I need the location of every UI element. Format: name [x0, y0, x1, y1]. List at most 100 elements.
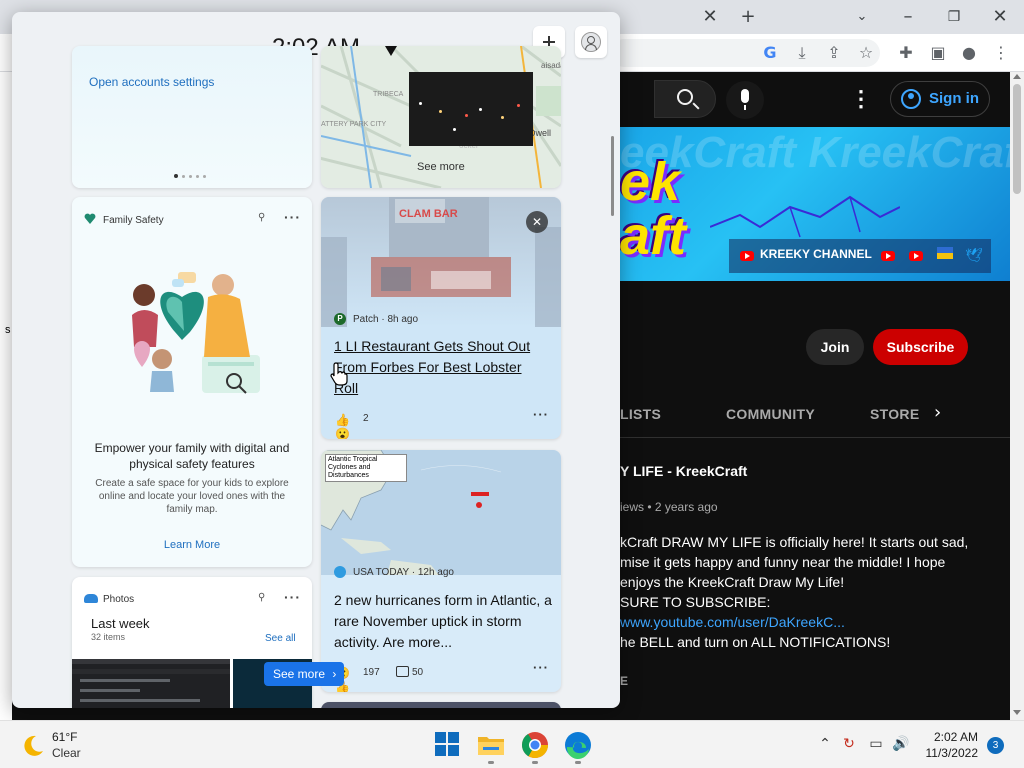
scroll-down-icon[interactable]: [1013, 710, 1021, 715]
widgets-profile-button[interactable]: [575, 26, 607, 58]
tab-store[interactable]: STORE: [870, 406, 919, 422]
youtube-icon[interactable]: [740, 251, 754, 261]
weather-temperature[interactable]: 61°F: [52, 730, 77, 744]
scroll-up-icon[interactable]: [1013, 74, 1021, 79]
open-accounts-settings-link[interactable]: Open accounts settings: [89, 75, 214, 89]
extensions-icon[interactable]: ✚: [895, 42, 917, 64]
start-icon: [448, 745, 459, 756]
description-link[interactable]: www.youtube.com/user/DaKreekC...: [620, 612, 1010, 632]
carousel-dot[interactable]: [189, 175, 192, 178]
map-caption: Atlantic Tropical Cyclones and Disturban…: [325, 454, 407, 482]
traffic-camera-image[interactable]: [409, 72, 533, 146]
photos-period: Last week: [91, 616, 150, 631]
taskbar-time[interactable]: 2:02 AM: [926, 730, 978, 744]
news-card-next[interactable]: [321, 702, 561, 708]
news-card-hurricanes[interactable]: Atlantic Tropical Cyclones and Disturban…: [321, 450, 561, 692]
widgets-scrollbar[interactable]: [611, 136, 614, 216]
carousel-dot[interactable]: [174, 174, 178, 178]
volume-icon[interactable]: 🔊: [892, 735, 910, 753]
start-button[interactable]: [432, 729, 464, 761]
bookmark-star-icon[interactable]: ☆: [855, 42, 877, 64]
comment-icon[interactable]: [396, 666, 409, 677]
more-options-icon[interactable]: ···: [533, 407, 549, 422]
pin-icon[interactable]: ⚲: [258, 593, 268, 603]
tab-playlists[interactable]: LISTS: [620, 406, 661, 422]
learn-more-link[interactable]: Learn More: [72, 539, 312, 551]
sign-in-label: Sign in: [929, 90, 979, 107]
yt-settings-menu-icon[interactable]: ⋮: [850, 84, 872, 114]
notification-badge[interactable]: 3: [987, 737, 1004, 754]
running-indicator: [488, 761, 494, 764]
chrome-menu-icon[interactable]: ⋮: [990, 42, 1012, 64]
featured-video-title[interactable]: Y LIFE - KreekCraft: [620, 463, 747, 479]
pin-icon[interactable]: ⚲: [258, 213, 268, 223]
youtube-icon[interactable]: [909, 251, 923, 261]
yt-voice-search-button[interactable]: [726, 81, 764, 119]
banner-channel-label[interactable]: KREEKY CHANNEL: [760, 247, 872, 261]
network-icon[interactable]: ▭: [867, 735, 885, 753]
google-lens-icon[interactable]: G: [759, 42, 781, 64]
thumb-bar: [72, 669, 230, 674]
carousel-dot[interactable]: [196, 175, 199, 178]
new-tab-icon[interactable]: +: [738, 4, 758, 30]
more-options-icon[interactable]: ···: [284, 589, 301, 605]
photo-thumbnail[interactable]: [72, 659, 230, 708]
file-explorer-icon[interactable]: [475, 729, 507, 761]
minimize-icon[interactable]: –: [898, 4, 918, 30]
install-icon[interactable]: ⤓: [791, 42, 813, 64]
map-label: ATTERY PARK CITY: [321, 121, 387, 128]
photos-see-all-link[interactable]: See all: [265, 633, 296, 644]
moon-weather-icon[interactable]: [20, 733, 46, 759]
more-options-icon[interactable]: ···: [533, 660, 549, 675]
chrome-icon[interactable]: [519, 729, 551, 761]
share-icon[interactable]: ⇪: [823, 42, 845, 64]
family-safety-description: Create a safe space for your kids to exp…: [95, 478, 289, 515]
page-scrollbar[interactable]: [1010, 72, 1024, 720]
news-source[interactable]: USA TODAY · 12h ago: [353, 567, 454, 578]
camera-light: [439, 110, 442, 113]
reaction-count: 197: [363, 667, 380, 678]
carousel-dot[interactable]: [182, 175, 185, 178]
twitter-icon[interactable]: 🕊: [965, 248, 983, 264]
read-more-button[interactable]: E: [620, 674, 628, 688]
profile-icon-body: [585, 44, 597, 50]
see-more-button[interactable]: See more ›: [264, 662, 344, 686]
side-panel-icon[interactable]: ▣: [927, 42, 949, 64]
close-tab-icon[interactable]: ✕: [700, 4, 720, 30]
onedrive-cloud-icon: [84, 594, 98, 603]
flag-icon[interactable]: [937, 247, 953, 259]
close-icon[interactable]: ✕: [526, 211, 548, 233]
search-icon: [677, 89, 693, 105]
news-card-lobster[interactable]: CLAM BAR ✕ P Patch · 8h ago 1 LI Restaur…: [321, 197, 561, 439]
subscribe-button[interactable]: Subscribe: [873, 329, 968, 365]
join-button[interactable]: Join: [806, 329, 864, 365]
thumb-row: [80, 689, 140, 692]
news-source[interactable]: Patch · 8h ago: [353, 314, 418, 325]
more-options-icon[interactable]: ···: [284, 209, 301, 225]
featured-video-description: kCraft DRAW MY LIFE is officially here! …: [620, 532, 1010, 652]
edge-icon[interactable]: [562, 729, 594, 761]
profile-icon[interactable]: ●: [958, 42, 980, 64]
yt-sign-in-button[interactable]: Sign in: [890, 81, 990, 117]
news-headline[interactable]: 1 LI Restaurant Gets Shout Out From Forb…: [334, 336, 549, 399]
chevron-right-icon[interactable]: ›: [934, 402, 950, 423]
reactions-icon[interactable]: 👍😮: [335, 413, 359, 439]
chevron-up-icon[interactable]: ⌃: [816, 735, 834, 753]
banner-logo-top: ek: [620, 152, 681, 212]
taskbar-date[interactable]: 11/3/2022: [920, 746, 979, 760]
update-icon[interactable]: ↻: [840, 735, 858, 753]
youtube-icon[interactable]: [881, 251, 895, 261]
restore-icon[interactable]: ❐: [944, 4, 964, 30]
window-close-icon[interactable]: ✕: [990, 4, 1010, 30]
carousel-dot[interactable]: [203, 175, 206, 178]
traffic-card[interactable]: TRIBECA ATTERY PARK CITY Amalgamated Dwe…: [321, 46, 561, 188]
scrollbar-thumb[interactable]: [1013, 84, 1021, 194]
tab-community[interactable]: COMMUNITY: [726, 406, 815, 422]
see-more-label: See more: [273, 667, 326, 681]
tab-search-icon[interactable]: ⌄: [852, 4, 872, 30]
weather-condition[interactable]: Clear: [52, 746, 81, 760]
news-headline[interactable]: 2 new hurricanes form in Atlantic, a rar…: [334, 590, 554, 653]
description-line: mise it gets happy and funny near the mi…: [620, 554, 946, 570]
yt-search-button[interactable]: [654, 80, 716, 118]
traffic-see-more-link[interactable]: See more: [417, 161, 465, 173]
